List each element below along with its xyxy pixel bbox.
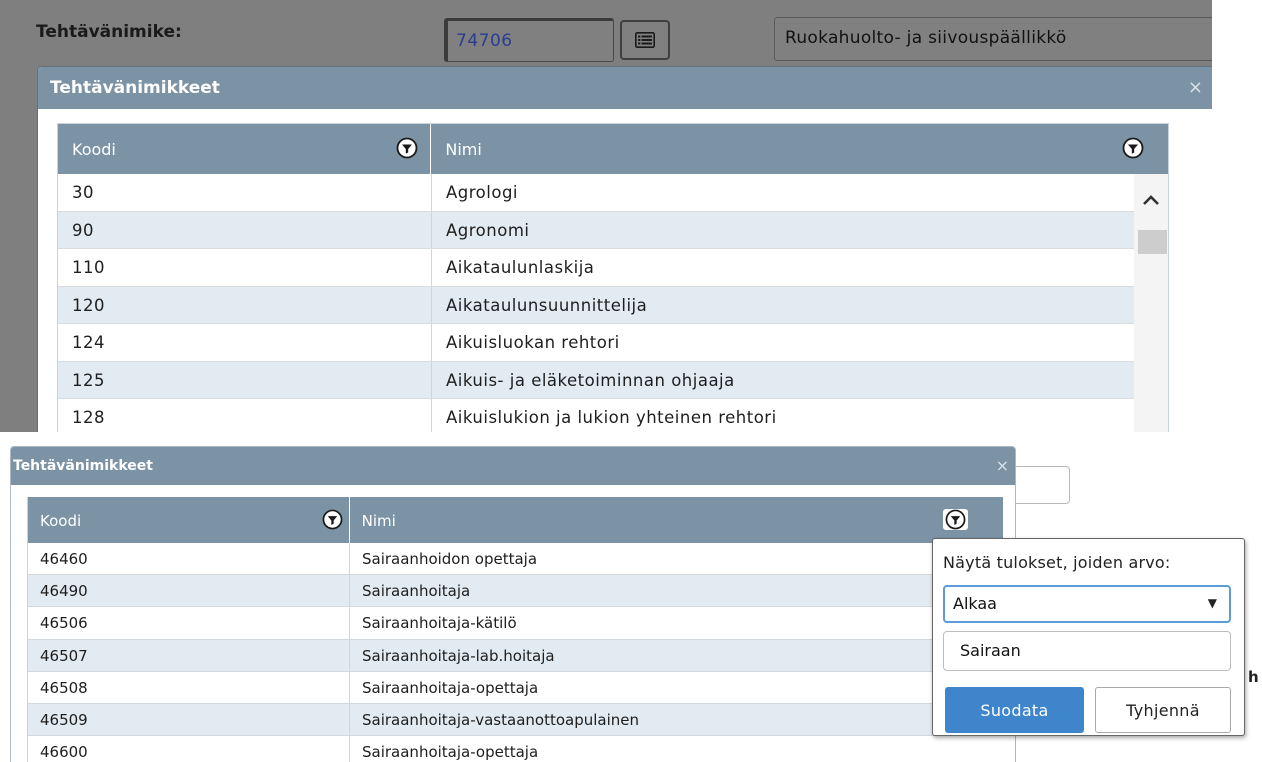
dialog-header: Tehtävänimikkeet ×: [11, 447, 1015, 485]
scrollbar-thumb[interactable]: [1138, 230, 1167, 254]
filter-operator-value: Alkaa: [953, 594, 997, 613]
cell-name: Sairaanhoitaja-vastaanottoapulainen: [362, 710, 639, 729]
filter-description-label: Näytä tulokset, joiden arvo:: [943, 553, 1171, 572]
top-screenshot-panel: Tehtävänimike: 74706 Ruokahuolto- ja sii…: [0, 0, 1212, 432]
cell-code: 90: [58, 211, 432, 248]
apply-filter-button[interactable]: Suodata: [945, 687, 1084, 733]
cell-code: 46506: [28, 607, 350, 639]
table-row[interactable]: 125 Aikuis- ja eläketoiminnan ohjaaja: [58, 361, 1168, 399]
column-header-label: Nimi: [445, 140, 482, 159]
job-titles-grid: Koodi Nimi 30 Agrologi 90 Agronomi 110 Aika…: [57, 123, 1169, 432]
close-icon[interactable]: ×: [1188, 77, 1203, 98]
table-row[interactable]: 46460 Sairaanhoidon opettaja: [28, 543, 1003, 576]
table-row[interactable]: 110 Aikataulunlaskija: [58, 249, 1168, 287]
cell-name: Sairaanhoitaja-kätilö: [362, 614, 517, 633]
job-titles-dialog: Tehtävänimikkeet × Koodi Nimi: [10, 446, 1016, 762]
cell-name: Aikuislukion ja lukion yhteinen rehtori: [446, 408, 777, 427]
job-title-code-input[interactable]: 74706: [444, 18, 614, 62]
cell-code: 46600: [28, 736, 350, 762]
column-header-name[interactable]: Nimi: [431, 124, 1156, 174]
background-field: [1010, 466, 1070, 504]
dialog-title: Tehtävänimikkeet: [50, 78, 220, 98]
cell-code: 46509: [28, 703, 350, 736]
scrollbar-header-spacer: [1156, 124, 1168, 174]
job-title-label: Tehtävänimike:: [36, 22, 182, 42]
grid-body: 46460 Sairaanhoidon opettaja 46490 Sairaan…: [28, 543, 1003, 762]
filter-operator-select[interactable]: Alkaa ▼: [943, 585, 1231, 623]
cell-code: 110: [58, 249, 432, 286]
table-row[interactable]: 46509 Sairaanhoitaja-vastaanottoapulainen: [28, 703, 1003, 737]
cell-name: Aikuis- ja eläketoiminnan ohjaaja: [446, 370, 735, 390]
filter-value-input[interactable]: Sairaan: [943, 631, 1231, 671]
table-row[interactable]: 46600 Sairaanhoitaja-opettaja: [28, 736, 1003, 762]
column-header-label: Nimi: [361, 512, 396, 530]
filter-icon[interactable]: [943, 509, 969, 530]
caret-down-icon: ▼: [1207, 596, 1217, 610]
bottom-screenshot-panel: h Tehtävänimikkeet × Koodi Nimi 46460 Sa…: [0, 432, 1262, 762]
cell-name: Aikataulunlaskija: [446, 258, 595, 277]
cell-name: Sairaanhoitaja-opettaja: [362, 678, 539, 697]
column-header-code[interactable]: Koodi: [28, 497, 350, 543]
column-header-name[interactable]: Nimi: [350, 497, 971, 543]
cell-code: 120: [58, 286, 432, 323]
cell-code: 46508: [28, 671, 350, 703]
cell-name: Aikataulunsuunnittelija: [446, 295, 648, 315]
table-row[interactable]: 30 Agrologi: [58, 174, 1168, 212]
cell-name: Sairaanhoidon opettaja: [362, 550, 538, 568]
cell-name: Sairaanhoitaja-opettaja: [362, 743, 539, 762]
job-titles-dialog: Tehtävänimikkeet × Koodi Nimi: [38, 67, 1212, 432]
cell-code: 128: [58, 399, 432, 432]
job-titles-grid: Koodi Nimi 46460 Sairaanhoidon opettaja 4…: [27, 497, 1003, 762]
cell-name: Aikuisluokan rehtori: [446, 333, 620, 352]
cell-name: Agronomi: [446, 220, 530, 240]
chevron-up-icon[interactable]: [1142, 194, 1160, 206]
filter-icon[interactable]: [396, 137, 418, 159]
cell-code: 46507: [28, 639, 350, 671]
cell-name: Sairaanhoitaja: [362, 582, 471, 601]
cell-name: Sairaanhoitaja-lab.hoitaja: [362, 646, 555, 665]
table-row[interactable]: 124 Aikuisluokan rehtori: [58, 324, 1168, 362]
table-row[interactable]: 120 Aikataulunsuunnittelija: [58, 286, 1168, 324]
close-icon[interactable]: ×: [996, 456, 1009, 475]
clear-filter-button[interactable]: Tyhjennä: [1095, 687, 1231, 733]
column-filter-popup: Näytä tulokset, joiden arvo: Alkaa ▼ Sai…: [932, 538, 1245, 736]
background-text: h: [1248, 668, 1259, 686]
filter-icon[interactable]: [322, 509, 343, 530]
grid-header: Koodi Nimi: [28, 497, 1003, 543]
table-row[interactable]: 46507 Sairaanhoitaja-lab.hoitaja: [28, 639, 1003, 672]
list-picker-button[interactable]: [620, 20, 670, 60]
cell-code: 124: [58, 324, 432, 361]
dialog-header: Tehtävänimikkeet ×: [38, 67, 1212, 109]
column-header-label: Koodi: [72, 140, 116, 159]
table-row[interactable]: 46506 Sairaanhoitaja-kätilö: [28, 607, 1003, 640]
table-row[interactable]: 46490 Sairaanhoitaja: [28, 575, 1003, 608]
filter-icon[interactable]: [1122, 137, 1144, 159]
table-row[interactable]: 90 Agronomi: [58, 211, 1168, 249]
cell-code: 30: [58, 174, 432, 211]
table-row[interactable]: 46508 Sairaanhoitaja-opettaja: [28, 671, 1003, 704]
vertical-scrollbar[interactable]: [1134, 174, 1168, 432]
cell-name: Agrologi: [446, 183, 519, 202]
column-header-code[interactable]: Koodi: [58, 124, 432, 174]
cell-code: 46490: [28, 575, 350, 607]
list-icon: [635, 32, 655, 48]
column-header-label: Koodi: [40, 512, 82, 530]
column-filter-name[interactable]: [943, 497, 1003, 543]
grid-header: Koodi Nimi: [58, 124, 1168, 174]
cell-code: 125: [58, 361, 432, 398]
table-row[interactable]: 128 Aikuislukion ja lukion yhteinen rehto…: [58, 399, 1168, 432]
cell-code: 46460: [28, 543, 350, 575]
grid-body: 30 Agrologi 90 Agronomi 110 Aikataulunlaski…: [58, 174, 1168, 432]
dialog-title: Tehtävänimikkeet: [13, 458, 153, 474]
job-title-name-field: Ruokahuolto- ja siivouspäällikkö: [774, 17, 1212, 61]
